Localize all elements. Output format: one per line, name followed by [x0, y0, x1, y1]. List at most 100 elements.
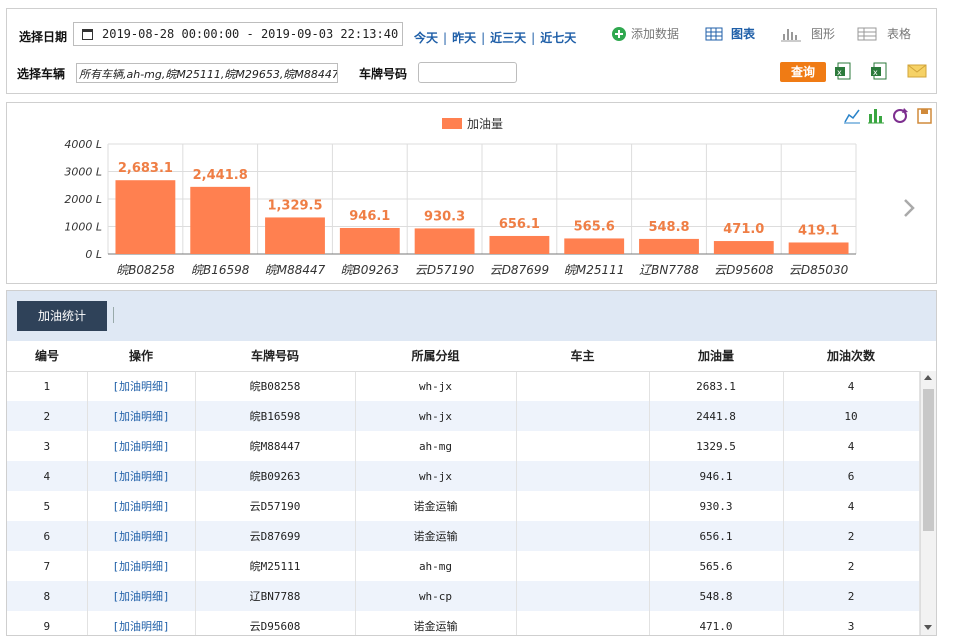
tab-fuel-stats[interactable]: 加油统计: [17, 301, 107, 331]
quick-7days[interactable]: 近七天: [540, 31, 576, 45]
excel-export-all-icon[interactable]: x: [871, 62, 889, 80]
table-cell: 云D57190: [195, 491, 356, 521]
column-header[interactable]: 加油次数: [783, 341, 919, 372]
bar-value-label: 656.1: [499, 217, 540, 232]
table-cell: 云D87699: [195, 521, 356, 551]
table-row: 4 [加油明细] 皖B09263 wh-jx 946.1 6: [7, 461, 920, 491]
bar[interactable]: [339, 227, 400, 254]
table-cell: 10: [783, 401, 920, 431]
graph-view-button[interactable]: 图形: [781, 25, 835, 42]
vertical-scrollbar[interactable]: [920, 371, 936, 635]
save-icon[interactable]: [917, 108, 932, 124]
next-arrow-icon[interactable]: [904, 199, 915, 217]
x-tick-label: 皖B08258: [116, 263, 175, 277]
bar[interactable]: [115, 180, 176, 254]
svg-text:x: x: [873, 68, 878, 77]
fuel-detail-link[interactable]: [加油明细]: [87, 461, 196, 491]
table-cell: [516, 521, 650, 551]
bar-chart-icon[interactable]: [868, 109, 884, 124]
fuel-detail-link[interactable]: [加油明细]: [87, 371, 196, 401]
plate-label: 车牌号码: [359, 67, 408, 81]
scroll-up-icon[interactable]: [924, 375, 932, 380]
x-tick-label: 云D57190: [415, 263, 475, 277]
table-cell: 946.1: [649, 461, 784, 491]
bar-graph-icon: [781, 28, 801, 41]
line-chart-icon[interactable]: [844, 109, 860, 124]
table-cell: 诺金运输: [355, 611, 517, 635]
quick-today[interactable]: 今天: [414, 31, 438, 45]
quick-3days[interactable]: 近三天: [490, 31, 526, 45]
table-cell: 1329.5: [649, 431, 784, 461]
table-cell: 548.8: [649, 581, 784, 611]
bar[interactable]: [190, 186, 251, 254]
fuel-detail-link[interactable]: [加油明细]: [87, 521, 196, 551]
fuel-detail-link[interactable]: [加油明细]: [87, 551, 196, 581]
bar[interactable]: [639, 238, 699, 254]
x-tick-label: 云D95608: [714, 263, 774, 277]
date-label: 选择日期: [19, 30, 68, 44]
fuel-bar-chart: 0 L 1000 L 2000 L 3000 L 4000 L 2,683.1 皖B0825…: [64, 108, 932, 277]
table-cell: [516, 551, 650, 581]
table-row: 8 [加油明细] 辽BN7788 wh-cp 548.8 2: [7, 581, 920, 611]
table-row: 6 [加油明细] 云D87699 诺金运输 656.1 2: [7, 521, 920, 551]
table-cell: 3: [7, 431, 88, 461]
plus-icon: [612, 26, 626, 41]
column-header[interactable]: 车主: [516, 341, 649, 372]
mail-icon[interactable]: [907, 62, 927, 80]
x-tick-label: 皖M88447: [265, 263, 326, 277]
table-cell: 皖M25111: [195, 551, 356, 581]
table-cell: [516, 491, 650, 521]
fuel-detail-link[interactable]: [加油明细]: [87, 611, 196, 635]
column-header[interactable]: 编号: [7, 341, 87, 372]
y-tick-label: 4000 L: [64, 138, 102, 151]
fuel-detail-link[interactable]: [加油明细]: [87, 401, 196, 431]
y-tick-label: 3000 L: [64, 166, 102, 179]
bar-value-label: 946.1: [349, 209, 390, 224]
fuel-detail-link[interactable]: [加油明细]: [87, 581, 196, 611]
chart-grid-icon: [705, 27, 723, 40]
date-range-input[interactable]: 2019-08-28 00:00:00 - 2019-09-03 22:13:4…: [73, 22, 403, 46]
column-header[interactable]: 车牌号码: [195, 341, 355, 372]
table-cell: wh-jx: [355, 461, 517, 491]
table-cell: [516, 401, 650, 431]
add-data-button[interactable]: 添加数据: [611, 25, 679, 42]
table-cell: [516, 431, 650, 461]
table-cell: 皖M88447: [195, 431, 356, 461]
x-tick-label: 云D85030: [789, 263, 849, 277]
table-icon: [857, 27, 877, 40]
plate-input[interactable]: [418, 62, 517, 83]
bar[interactable]: [788, 242, 849, 254]
fuel-detail-link[interactable]: [加油明细]: [87, 431, 196, 461]
excel-export-icon[interactable]: x: [835, 62, 853, 80]
table-cell: 4: [783, 491, 920, 521]
query-button[interactable]: 查询: [780, 62, 826, 82]
bar[interactable]: [713, 241, 774, 254]
scroll-down-icon[interactable]: [924, 625, 932, 630]
fuel-detail-link[interactable]: [加油明细]: [87, 491, 196, 521]
table-cell: 8: [7, 581, 88, 611]
table-cell: 565.6: [649, 551, 784, 581]
vehicle-select[interactable]: 所有车辆,ah-mg,皖M25111,皖M29653,皖M88447: [76, 63, 338, 83]
scroll-thumb[interactable]: [923, 389, 934, 531]
column-header[interactable]: 加油量: [649, 341, 783, 372]
table-cell: 5: [7, 491, 88, 521]
table-cell: 皖B16598: [195, 401, 356, 431]
bar[interactable]: [414, 228, 475, 254]
table-cell: wh-jx: [355, 401, 517, 431]
table-row: 9 [加油明细] 云D95608 诺金运输 471.0 3: [7, 611, 920, 635]
table-cell: 930.3: [649, 491, 784, 521]
bar[interactable]: [489, 235, 550, 254]
x-tick-label: 辽BN7788: [639, 263, 699, 277]
bar[interactable]: [564, 238, 625, 254]
column-header[interactable]: 所属分组: [355, 341, 516, 372]
chart-view-button[interactable]: 图表: [705, 25, 755, 42]
table-view-button[interactable]: 表格: [857, 25, 911, 42]
bar-value-label: 419.1: [798, 223, 839, 238]
column-header[interactable]: 操作: [87, 341, 195, 372]
quick-yesterday[interactable]: 昨天: [452, 31, 476, 45]
bar-value-label: 548.8: [648, 220, 689, 235]
bar[interactable]: [265, 217, 325, 254]
table-row: 7 [加油明细] 皖M25111 ah-mg 565.6 2: [7, 551, 920, 581]
legend-swatch[interactable]: [442, 118, 462, 129]
refresh-icon[interactable]: [893, 108, 908, 123]
